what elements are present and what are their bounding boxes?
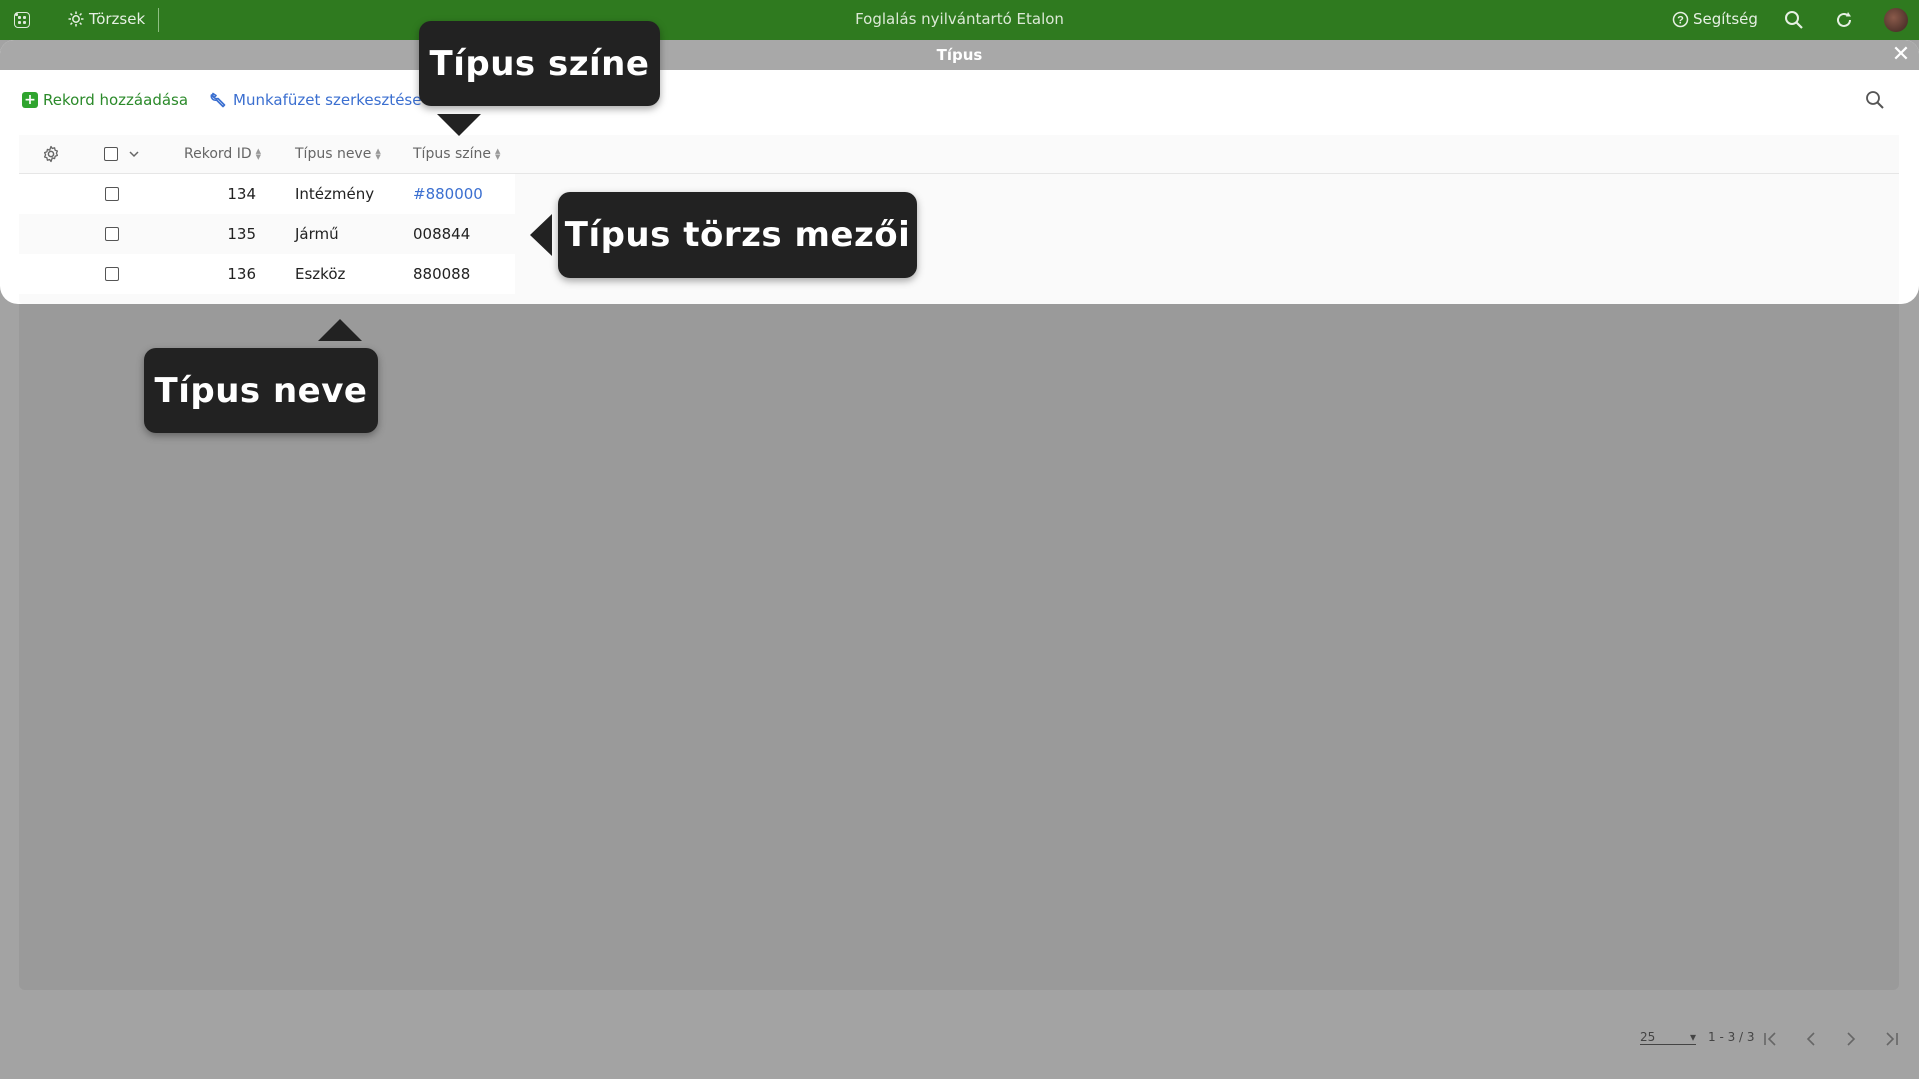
edit-workbook-label: Munkafüzet szerkesztése	[233, 91, 422, 109]
help-button[interactable]: ? Segítség	[1672, 10, 1758, 28]
data-table: Rekord ID ▲ ▼ Típus neve ▲ ▼ Típus színe ▲…	[19, 135, 1899, 304]
prev-page-icon[interactable]	[1801, 1029, 1821, 1049]
modal-title: Típus	[936, 46, 983, 64]
search-icon[interactable]	[1784, 10, 1804, 30]
table-row[interactable]: 136 Eszköz 880088	[19, 254, 515, 294]
row-checkbox[interactable]	[105, 267, 119, 281]
col-header-label: Rekord ID	[184, 146, 252, 162]
modal-header: Típus ✕	[0, 40, 1919, 70]
callout-label: Típus neve	[154, 370, 368, 411]
torzsek-menu[interactable]: Törzsek	[68, 10, 145, 28]
callout-tipus-neve: Típus neve	[144, 348, 378, 433]
page-size-value: 25	[1640, 1030, 1656, 1044]
col-header-tipus-neve[interactable]: Típus neve ▲ ▼	[295, 146, 381, 162]
plus-icon: +	[22, 92, 38, 108]
callout-label: Típus törzs mezői	[564, 215, 911, 255]
wrench-icon	[210, 92, 226, 108]
cell-tipus-neve: Jármű	[295, 225, 339, 243]
table-search-icon[interactable]	[1865, 90, 1885, 110]
next-page-icon[interactable]	[1841, 1029, 1861, 1049]
add-record-button[interactable]: + Rekord hozzáadása	[22, 91, 188, 109]
cell-rekord-id: 135	[227, 225, 256, 243]
cell-tipus-neve: Eszköz	[295, 265, 346, 283]
help-circle-icon: ?	[1672, 11, 1689, 27]
callout-label: Típus színe	[429, 43, 650, 84]
app-title: Foglalás nyilvántartó Etalon	[855, 10, 1064, 28]
user-avatar[interactable]	[1884, 8, 1908, 32]
edit-workbook-button[interactable]: Munkafüzet szerkesztése	[210, 91, 421, 109]
cell-tipus-neve: Intézmény	[295, 185, 375, 203]
select-all-control[interactable]	[104, 147, 140, 161]
select-all-checkbox[interactable]	[104, 147, 118, 161]
app-topbar: Törzsek Foglalás nyilvántartó Etalon ? S…	[0, 0, 1919, 40]
last-page-icon[interactable]	[1881, 1029, 1901, 1049]
close-icon[interactable]: ✕	[1889, 43, 1913, 67]
cell-tipus-szine[interactable]: #880000	[413, 185, 483, 203]
cell-tipus-szine: 880088	[413, 265, 471, 283]
tipus-modal: Típus ✕ + Rekord hozzáadása Munkafüzet s…	[0, 40, 1919, 304]
table-row[interactable]: 134 Intézmény #880000	[19, 174, 515, 214]
cell-rekord-id: 136	[227, 265, 256, 283]
torzsek-label: Törzsek	[89, 10, 146, 28]
table-header: Rekord ID ▲ ▼ Típus neve ▲ ▼ Típus színe ▲…	[19, 135, 1899, 174]
page-size-select[interactable]: 25 ▾	[1640, 1030, 1696, 1045]
callout-pointer	[530, 214, 552, 256]
sun-gear-icon	[68, 11, 84, 27]
col-header-tipus-szine[interactable]: Típus színe ▲ ▼	[413, 146, 500, 162]
add-record-label: Rekord hozzáadása	[43, 91, 189, 109]
refresh-icon[interactable]	[1834, 10, 1854, 30]
sort-icon: ▲ ▼	[375, 147, 381, 161]
topbar-divider	[158, 8, 159, 32]
sort-icon: ▲ ▼	[494, 147, 501, 161]
col-header-label: Típus neve	[295, 146, 372, 162]
modal-toolbar: + Rekord hozzáadása Munkafüzet szerkeszt…	[22, 88, 421, 112]
help-label: Segítség	[1693, 10, 1758, 28]
caret-down-icon: ▾	[1689, 1030, 1696, 1044]
table-row[interactable]: 135 Jármű 008844	[19, 214, 515, 254]
col-header-rekord-id[interactable]: Rekord ID ▲ ▼	[184, 146, 261, 162]
sort-icon: ▲ ▼	[255, 147, 262, 161]
callout-tipus-szine: Típus színe	[419, 21, 660, 106]
chevron-down-icon[interactable]	[128, 148, 140, 160]
svg-text:?: ?	[1677, 14, 1684, 26]
cell-rekord-id: 134	[227, 185, 256, 203]
apps-grid-icon[interactable]	[14, 12, 30, 28]
callout-pointer	[437, 114, 481, 136]
settings-gear-icon[interactable]	[42, 145, 60, 163]
col-header-label: Típus színe	[413, 146, 491, 162]
page-range: 1 - 3 / 3	[1708, 1030, 1755, 1044]
cell-tipus-szine: 008844	[413, 225, 471, 243]
callout-tipus-torzs-mezoi: Típus törzs mezői	[558, 192, 917, 278]
row-checkbox[interactable]	[105, 227, 119, 241]
first-page-icon[interactable]	[1761, 1029, 1781, 1049]
row-checkbox[interactable]	[105, 187, 119, 201]
callout-pointer	[318, 319, 362, 341]
